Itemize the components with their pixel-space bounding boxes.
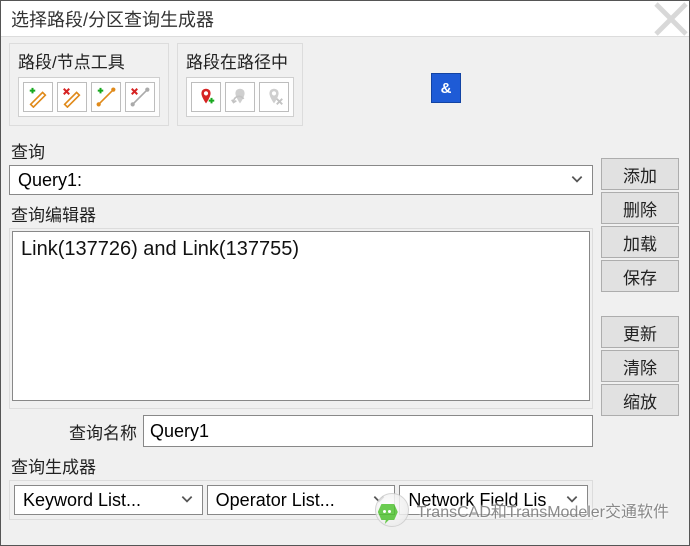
save-button-label: 保存 (623, 264, 657, 289)
query-name-label: 查询名称 (69, 419, 137, 444)
and-operator-label: & (441, 80, 452, 97)
pin-x-icon (263, 86, 285, 108)
client-area: 路段/节点工具 (1, 37, 689, 545)
query-combobox-value: Query1: (18, 170, 82, 191)
main-row: 查询 Query1: 查询编辑器 查询名称 查 (9, 134, 681, 520)
close-button[interactable] (653, 2, 689, 36)
operator-list-combobox[interactable]: Operator List... (207, 485, 396, 515)
clear-button-label: 清除 (623, 354, 657, 379)
titlebar: 选择路段/分区查询生成器 (1, 1, 689, 37)
load-button-label: 加载 (623, 230, 657, 255)
refresh-button[interactable]: 更新 (601, 316, 679, 348)
undo-pin-tool[interactable] (225, 82, 255, 112)
pencil-x-icon (61, 86, 83, 108)
link-node-tools-label: 路段/节点工具 (18, 48, 160, 73)
line-x-icon (129, 86, 151, 108)
delete-button-label: 删除 (623, 196, 657, 221)
app-window: 选择路段/分区查询生成器 路段/节点工具 (0, 0, 690, 546)
link-on-path-buttons (186, 77, 294, 117)
refresh-button-label: 更新 (623, 320, 657, 345)
delete-node-tool[interactable] (125, 82, 155, 112)
query-name-input[interactable] (143, 415, 593, 447)
spacer (601, 294, 679, 314)
chevron-down-icon (570, 170, 584, 191)
close-icon (653, 1, 689, 37)
pencil-plus-icon (27, 86, 49, 108)
add-button-label: 添加 (623, 162, 657, 187)
query-name-row: 查询名称 (9, 415, 593, 447)
query-section-label: 查询 (11, 138, 593, 163)
builder-section-label: 查询生成器 (11, 453, 593, 478)
line-plus-icon (95, 86, 117, 108)
link-on-path-label: 路段在路径中 (186, 48, 294, 73)
window-title: 选择路段/分区查询生成器 (11, 6, 214, 32)
network-field-list-value: Network Field Lis (408, 490, 546, 511)
chevron-down-icon (372, 490, 386, 511)
delete-button[interactable]: 删除 (601, 192, 679, 224)
zoom-button-label: 缩放 (623, 388, 657, 413)
right-column: 添加 删除 加载 保存 更新 清除 缩放 (601, 134, 679, 520)
query-editor-wrap (9, 228, 593, 409)
add-link-tool[interactable] (23, 82, 53, 112)
tool-row: 路段/节点工具 (9, 43, 681, 126)
save-button[interactable]: 保存 (601, 260, 679, 292)
left-column: 查询 Query1: 查询编辑器 查询名称 查 (9, 134, 593, 520)
add-node-tool[interactable] (91, 82, 121, 112)
and-operator-button[interactable]: & (431, 73, 461, 103)
clear-button[interactable]: 清除 (601, 350, 679, 382)
chevron-down-icon (565, 490, 579, 511)
remove-pin-tool[interactable] (259, 82, 289, 112)
load-button[interactable]: 加载 (601, 226, 679, 258)
pin-undo-icon (229, 86, 251, 108)
link-node-tools-group: 路段/节点工具 (9, 43, 169, 126)
keyword-list-combobox[interactable]: Keyword List... (14, 485, 203, 515)
add-button[interactable]: 添加 (601, 158, 679, 190)
delete-link-tool[interactable] (57, 82, 87, 112)
link-on-path-group: 路段在路径中 (177, 43, 303, 126)
pin-plus-icon (195, 86, 217, 108)
keyword-list-value: Keyword List... (23, 490, 141, 511)
operator-list-value: Operator List... (216, 490, 335, 511)
chevron-down-icon (180, 490, 194, 511)
builder-group: Keyword List... Operator List... Network… (9, 480, 593, 520)
link-node-tools-buttons (18, 77, 160, 117)
zoom-button[interactable]: 缩放 (601, 384, 679, 416)
query-combobox[interactable]: Query1: (9, 165, 593, 195)
and-operator-wrap: & (311, 43, 461, 126)
add-pin-tool[interactable] (191, 82, 221, 112)
network-field-list-combobox[interactable]: Network Field Lis (399, 485, 588, 515)
query-editor[interactable] (12, 231, 590, 401)
builder-row: Keyword List... Operator List... Network… (14, 485, 588, 515)
editor-section-label: 查询编辑器 (11, 201, 593, 226)
